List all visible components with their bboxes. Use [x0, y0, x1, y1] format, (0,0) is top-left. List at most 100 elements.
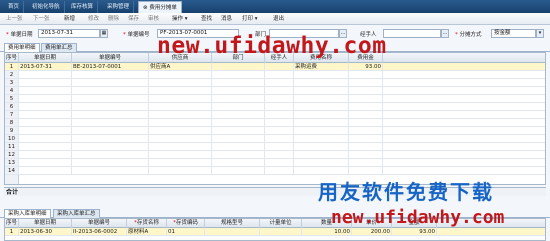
cell-handler	[265, 111, 294, 119]
cell-no: 7	[5, 111, 19, 119]
tab-fee-detail[interactable]: 费用单明细	[4, 43, 40, 52]
cell-qty: 10.00	[302, 228, 352, 236]
new-button[interactable]: 新增	[64, 13, 75, 25]
table-row[interactable]: 3	[5, 79, 545, 87]
cell-supplier	[149, 135, 212, 143]
cell-handler	[265, 79, 294, 87]
cell-docno	[72, 87, 149, 95]
cell-dept	[212, 111, 265, 119]
cell-supplier	[149, 95, 212, 103]
date-field[interactable]: 2013-07-31	[38, 29, 100, 38]
cell-date	[19, 167, 72, 175]
table-row[interactable]: 6	[5, 103, 545, 111]
cell-amount: 93.00	[349, 63, 383, 71]
audit-button[interactable]: 审核	[148, 13, 159, 25]
table-row[interactable]: 10	[5, 135, 545, 143]
cell-supplier	[149, 103, 212, 111]
cell-no: 1	[5, 63, 19, 71]
cell-supplier	[149, 71, 212, 79]
cell-dept	[212, 63, 265, 71]
table-row[interactable]: 1 2013-07-31 BE-2013-07-0001 供应商A 采购运费 93.00	[5, 63, 545, 71]
cell-docno	[72, 127, 149, 135]
tab-inventory-accounting[interactable]: 库存核算	[67, 1, 99, 13]
inbound-row[interactable]: 1 2013-06-30 II-2013-06-0002 原材料A 01 10.…	[5, 228, 545, 236]
print-menu[interactable]: 打印 ▾	[242, 13, 258, 25]
cell-supplier	[149, 127, 212, 135]
delete-button[interactable]: 删除	[108, 13, 119, 25]
cell-handler	[265, 119, 294, 127]
col-docno: 单据编号	[72, 53, 149, 63]
cell-fee-name	[294, 159, 349, 167]
bcol-no: 序号	[5, 219, 19, 228]
cell-fee-name	[294, 111, 349, 119]
cell-fee-name	[294, 135, 349, 143]
next-button[interactable]: 下一张	[33, 13, 50, 25]
tab-init-guide[interactable]: 初始化导航	[28, 1, 65, 13]
table-row[interactable]: 11	[5, 143, 545, 151]
cell-supplier	[149, 87, 212, 95]
prev-button[interactable]: 上一张	[6, 13, 23, 25]
exit-button[interactable]: 退出	[273, 13, 284, 25]
cell-dept	[212, 95, 265, 103]
table-row[interactable]: 8	[5, 119, 545, 127]
tab-purchase-management[interactable]: 采购管理	[103, 1, 135, 13]
tab-fee-summary[interactable]: 费用单汇总	[41, 43, 77, 52]
cell-fee-name	[294, 151, 349, 159]
cell-handler	[265, 135, 294, 143]
cell-amount	[349, 143, 383, 151]
message-button[interactable]: 消息	[221, 13, 232, 25]
cell-no: 6	[5, 103, 19, 111]
cell-date	[19, 127, 72, 135]
cell-no: 8	[5, 119, 19, 127]
chevron-down-icon[interactable]: ▾	[536, 29, 544, 38]
table-row[interactable]: 7	[5, 111, 545, 119]
cell-fee-name	[294, 103, 349, 111]
table-row[interactable]: 9	[5, 127, 545, 135]
tab-inbound-detail[interactable]: 采购入库单明细	[4, 209, 51, 218]
cell-no: 12	[5, 151, 19, 159]
cell-docno	[72, 135, 149, 143]
cell-docno	[72, 111, 149, 119]
cell-no: 9	[5, 127, 19, 135]
cell-docno	[72, 95, 149, 103]
table-row[interactable]: 4	[5, 87, 545, 95]
find-button[interactable]: 查找	[201, 13, 212, 25]
alloc-select[interactable]: 按金额	[491, 29, 536, 38]
calendar-icon[interactable]: ▦	[100, 29, 108, 38]
cell-price: 200.00	[352, 228, 392, 236]
cell-supplier	[149, 119, 212, 127]
table-row[interactable]: 14	[5, 167, 545, 175]
bcol-code: *存货编码	[167, 219, 205, 228]
cell-handler	[265, 71, 294, 79]
edit-button[interactable]: 修改	[88, 13, 99, 25]
tab-inbound-summary[interactable]: 采购入库单汇总	[53, 209, 100, 218]
cell-item: 原材料A	[127, 228, 167, 236]
cell-fee-name	[294, 143, 349, 151]
tab-fee-allocation[interactable]: ⊗ 费用分摊单	[138, 1, 182, 13]
cell-date	[19, 111, 72, 119]
cell-supplier	[149, 143, 212, 151]
sum-label: 合计	[6, 189, 19, 196]
handler-field[interactable]	[383, 29, 441, 38]
table-row[interactable]: 12	[5, 151, 545, 159]
cell-amount	[349, 159, 383, 167]
cell-no: 5	[5, 95, 19, 103]
cell-dept	[212, 151, 265, 159]
watermark-url-bottom: new.ufidawhy.com	[331, 207, 505, 228]
table-row[interactable]: 2	[5, 71, 545, 79]
table-row[interactable]: 5	[5, 95, 545, 103]
cell-supplier	[149, 79, 212, 87]
table-row[interactable]: 13	[5, 159, 545, 167]
cell-date	[19, 143, 72, 151]
save-button[interactable]: 保存	[128, 13, 139, 25]
cell-date	[19, 103, 72, 111]
handler-lookup-icon[interactable]: …	[441, 29, 449, 38]
cell-amount	[349, 119, 383, 127]
watermark-slogan: 用友软件免费下载	[318, 180, 494, 204]
cell-fee-name	[294, 95, 349, 103]
cell-handler	[265, 87, 294, 95]
tab-home[interactable]: 首页	[4, 1, 25, 13]
cell-dept	[212, 103, 265, 111]
operations-menu[interactable]: 操作 ▾	[172, 13, 188, 25]
cell-supplier	[149, 159, 212, 167]
